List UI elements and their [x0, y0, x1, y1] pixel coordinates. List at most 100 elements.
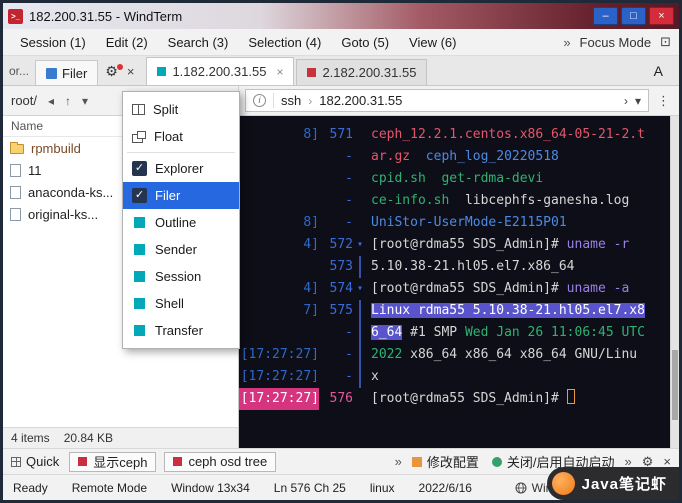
terminal-text: x [367, 366, 379, 388]
minimize-button[interactable]: – [593, 7, 618, 25]
host-address[interactable]: 182.200.31.55 [319, 93, 402, 108]
filer-icon [46, 67, 58, 79]
windterm-app-icon: >_ [8, 8, 23, 24]
globe-icon[interactable] [515, 482, 527, 494]
kebab-menu-icon[interactable]: ⋮ [654, 93, 673, 109]
titlebar[interactable]: >_ 182.200.31.55 - WindTerm – □ × [3, 3, 679, 29]
terminal-row: 8] - UniStor-UserMode-E2115P01 [239, 212, 679, 234]
menu-item-label: Session [155, 269, 202, 284]
close-window-button[interactable]: × [649, 7, 674, 25]
menubar-item[interactable]: Goto (5) [332, 32, 398, 53]
layout-toggle-icon[interactable]: ⊡ [660, 34, 671, 50]
up-directory-icon[interactable]: ↑ [65, 94, 71, 108]
menu-item-label: Transfer [155, 323, 203, 338]
terminal-text: [root@rdma55 SDS_Admin]# [367, 388, 575, 410]
menu-item-sender[interactable]: Sender [123, 236, 239, 263]
terminal-row: 7] 575 Linux rdma55 5.10.38-21.hl05.el7.x8 [239, 300, 679, 322]
watermark: Java笔记虾 [546, 467, 679, 500]
toolbar-button-label: 显示ceph [93, 455, 148, 470]
block-marker [353, 168, 367, 190]
text-segment: uname -a [566, 281, 630, 296]
go-arrow-icon[interactable]: › [624, 94, 628, 108]
block-marker [353, 212, 367, 234]
terminal-text: 6_64 #1 SMP Wed Jan 26 11:06:45 UTC [367, 322, 645, 344]
chevron-right-icon: › [308, 93, 313, 108]
info-icon[interactable]: i [253, 94, 266, 107]
menu-item-transfer[interactable]: Transfer [123, 317, 239, 344]
address-bar[interactable]: i ssh › 182.200.31.55 › ▾ [245, 89, 649, 112]
text-segment: [root@rdma55 SDS_Admin]# [371, 281, 567, 296]
menu-item-label: Split [153, 102, 179, 117]
menu-item-split[interactable]: Split [123, 96, 239, 123]
current-path[interactable]: root/ [11, 93, 37, 108]
text-segment [410, 149, 426, 164]
terminal-row: 4] 574 ▾ [root@rdma55 SDS_Admin]# uname -a [239, 278, 679, 300]
text-segment: uname -r [566, 237, 630, 252]
toolbar-overflow-icon[interactable]: » [395, 454, 402, 469]
terminal-rows: 8] 571 ceph_12.2.1.centos.x86_64-05-21-2.t… [239, 116, 679, 410]
session-tab-label: 2.182.200.31.55 [322, 65, 417, 80]
toolbar-button[interactable]: ceph osd tree [164, 451, 277, 472]
terminal-row: - ar.gz ceph_log_20220518 [239, 146, 679, 168]
toolbar-button[interactable]: 显示ceph [69, 451, 157, 472]
session-tab[interactable]: 2.182.200.31.55 [296, 59, 428, 85]
transfer-pane-icon [134, 325, 145, 336]
block-marker: ▾ [356, 283, 364, 294]
address-dropdown-icon[interactable]: ▾ [635, 94, 641, 108]
back-icon[interactable]: ◂ [48, 94, 54, 108]
font-button[interactable]: A [654, 63, 675, 85]
terminal-row: [17:27:27] -2022 x86_64 x86_64 x86_64 GNU… [239, 344, 679, 366]
window-title: 182.200.31.55 - WindTerm [29, 8, 183, 24]
main-area: Name rpmbuild 11 anaconda-ks... original-ks… [3, 116, 679, 448]
menubar-item[interactable]: Search (3) [159, 32, 238, 53]
menu-item-filer[interactable]: ✓ Filer [123, 182, 239, 209]
menu-item-outline[interactable]: Outline [123, 209, 239, 236]
menu-item-session[interactable]: Session [123, 263, 239, 290]
text-segment: libcephfs-ganesha.log [464, 193, 630, 208]
menu-item-shell[interactable]: Shell [123, 290, 239, 317]
protocol-label[interactable]: ssh [281, 93, 301, 108]
maximize-button[interactable]: □ [621, 7, 646, 25]
terminal[interactable]: 8] 571 ceph_12.2.1.centos.x86_64-05-21-2.t… [239, 116, 679, 448]
line-number: 574 [329, 281, 353, 296]
status-items: Ready Remote Mode Window 13x34 Ln 576 Ch 25… [13, 481, 472, 495]
file-icon [10, 207, 21, 221]
scrollbar-thumb[interactable] [672, 350, 678, 420]
menu-item-float[interactable]: Float [123, 123, 239, 150]
menu-item-label: Filer [155, 188, 181, 203]
toolbar-button-label: ceph osd tree [188, 454, 268, 469]
menubar-item[interactable]: View (6) [400, 32, 465, 53]
menu-item-label: Outline [155, 215, 197, 230]
file-icon [10, 163, 21, 177]
quick-button[interactable]: Quick [11, 454, 59, 469]
terminal-scrollbar[interactable] [670, 116, 679, 448]
text-segment: cpid.sh [371, 171, 426, 186]
terminal-text: ce-info.sh libcephfs-ganesha.log [367, 190, 629, 212]
tab-filer[interactable]: Filer [35, 60, 99, 85]
menubar-item[interactable]: Edit (2) [97, 32, 157, 53]
terminal-row: [17:27:27] 576 [root@rdma55 SDS_Admin]# [239, 388, 679, 410]
chevron-down-icon[interactable]: ▾ [82, 94, 88, 108]
red-square-icon [78, 457, 88, 466]
line-number: - [345, 171, 353, 186]
block-marker [353, 190, 367, 212]
timestamp-gutter: 4] [303, 281, 319, 296]
toolbar-action[interactable]: 修改配置 [411, 452, 479, 471]
pane-close-icon[interactable]: × [125, 64, 141, 85]
session-status-icon [157, 67, 167, 76]
tab-partial[interactable]: or... [7, 64, 35, 85]
session-tab[interactable]: 1.182.200.31.55 × [146, 57, 295, 85]
focus-mode-button[interactable]: Focus Mode [580, 35, 652, 50]
status-item: Ln 576 Ch 25 [273, 480, 346, 495]
terminal-row: -6_64 #1 SMP Wed Jan 26 11:06:45 UTC [239, 322, 679, 344]
text-segment: ce-info.sh [371, 193, 450, 208]
menubar-item[interactable]: Selection (4) [239, 32, 330, 53]
terminal-text: cpid.sh get-rdma-devi [367, 168, 543, 190]
tab-close-icon[interactable]: × [276, 65, 283, 79]
pane-settings-gear-icon[interactable]: ⚙ [98, 63, 125, 85]
outline-pane-icon [134, 217, 145, 228]
menubar-overflow-icon[interactable]: » [563, 35, 570, 50]
menubar-item[interactable]: Session (1) [11, 32, 95, 53]
menu-item-explorer[interactable]: ✓ Explorer [123, 155, 239, 182]
terminal-text: 5.10.38-21.hl05.el7.x86_64 [367, 256, 575, 278]
